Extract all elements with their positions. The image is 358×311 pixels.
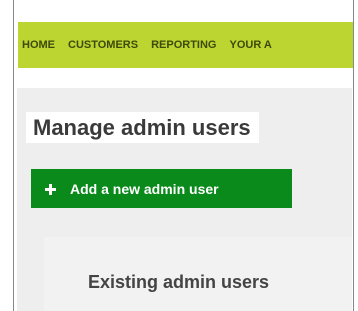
add-admin-user-label: Add a new admin user — [70, 180, 219, 197]
nav-item-customers[interactable]: CUSTOMERS — [64, 39, 138, 51]
top-navigation-bar: HOME CUSTOMERS REPORTING YOUR A — [18, 22, 353, 68]
nav-item-your-account[interactable]: YOUR A — [226, 39, 272, 51]
nav-item-home[interactable]: HOME — [18, 39, 55, 51]
existing-admin-users-heading: Existing admin users — [88, 272, 270, 292]
page-title-box: Manage admin users — [26, 112, 259, 143]
page-title: Manage admin users — [33, 114, 251, 140]
nav-item-reporting[interactable]: REPORTING — [147, 39, 216, 51]
plus-icon — [44, 183, 56, 195]
add-admin-user-button[interactable]: Add a new admin user — [31, 169, 292, 208]
